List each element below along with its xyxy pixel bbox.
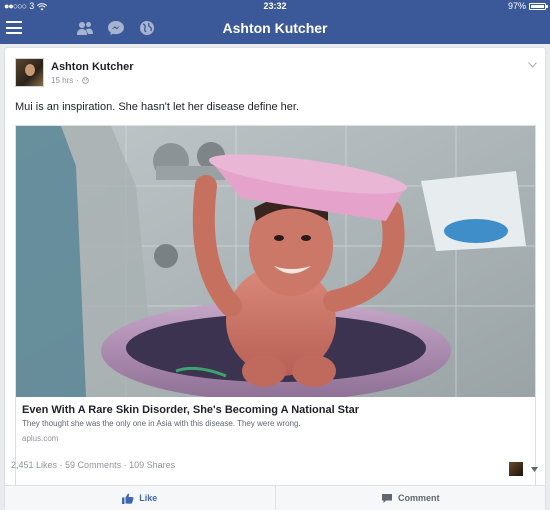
post-text: Mui is an inspiration. She hasn't let he…: [15, 101, 299, 113]
nav-bar: Ashton Kutcher: [0, 13, 550, 44]
clock: 23:32: [263, 1, 287, 11]
link-domain: aplus.com: [22, 434, 59, 443]
action-bar: Like Comment: [5, 485, 545, 510]
thumbs-up-icon: [122, 493, 134, 504]
like-label: Like: [139, 493, 158, 503]
chevron-down-icon[interactable]: [528, 62, 537, 68]
battery-icon: [529, 3, 548, 10]
link-title[interactable]: Even With A Rare Skin Disorder, She's Be…: [22, 404, 359, 416]
shares-count[interactable]: 109 Shares: [129, 460, 175, 470]
comment-button[interactable]: Comment: [276, 486, 546, 510]
battery-percent: 97%: [507, 1, 526, 11]
post-card: Ashton Kutcher 15 hrs · Mui is an inspir…: [4, 47, 546, 510]
link-image[interactable]: [16, 126, 535, 397]
comment-label: Comment: [397, 493, 440, 503]
link-preview[interactable]: Even With A Rare Skin Disorder, She's Be…: [15, 125, 536, 489]
avatar[interactable]: [509, 462, 523, 476]
post-author[interactable]: Ashton Kutcher: [51, 61, 134, 73]
bath-photo: [16, 126, 535, 397]
likes-count[interactable]: 2,451 Likes: [11, 460, 57, 470]
avatar[interactable]: [15, 58, 44, 87]
link-description: They thought she was the only one in Asi…: [22, 419, 301, 428]
globe-icon: [82, 77, 89, 84]
stats-separator: ·: [121, 460, 130, 470]
status-bar: ●●○○○ 3 23:32 97%: [0, 0, 550, 13]
page-title: Ashton Kutcher: [222, 20, 328, 36]
post-stats: 2,451 Likes · 59 Comments · 109 Shares: [11, 460, 175, 470]
comment-icon: [381, 493, 392, 503]
stats-separator: ·: [57, 460, 66, 470]
top-bar: ●●○○○ 3 23:32 97% Ashton Kutcher: [0, 0, 550, 44]
meta-separator: ·: [76, 76, 79, 85]
post-meta: 15 hrs ·: [51, 76, 89, 85]
chevron-down-icon[interactable]: [531, 467, 538, 472]
post-timestamp[interactable]: 15 hrs: [51, 76, 73, 85]
comments-count[interactable]: 59 Comments: [65, 460, 121, 470]
like-button[interactable]: Like: [5, 486, 276, 510]
